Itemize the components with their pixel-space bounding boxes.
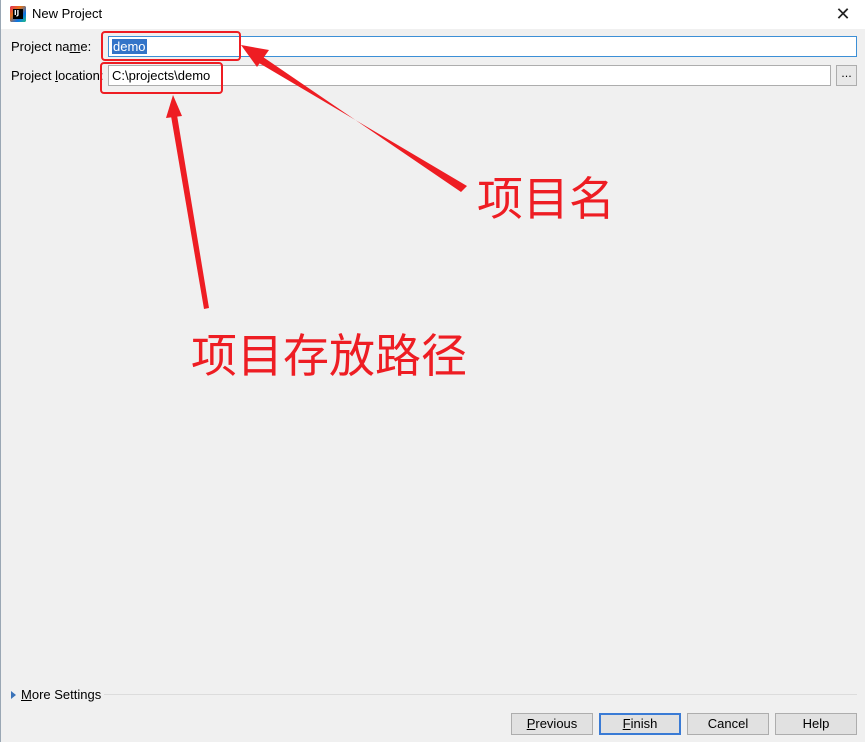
expand-triangle-icon: [11, 690, 16, 699]
project-location-label: Project location:: [11, 68, 104, 83]
window-title: New Project: [32, 6, 103, 21]
finish-button[interactable]: Finish: [599, 713, 681, 735]
cancel-button[interactable]: Cancel: [687, 713, 769, 735]
more-settings-separator: [104, 694, 857, 695]
project-location-highlight-box: [100, 62, 223, 94]
previous-button[interactable]: Previous: [511, 713, 593, 735]
more-settings-toggle[interactable]: More Settings: [11, 687, 101, 702]
app-icon-text: IJ: [14, 9, 20, 17]
close-icon[interactable]: ✕: [820, 0, 865, 29]
project-name-annotation: 项目名: [477, 172, 615, 226]
intellij-app-icon: IJ: [10, 6, 26, 22]
location-arrowhead: [166, 95, 182, 118]
project-name-label: Project name:: [11, 39, 92, 54]
help-button[interactable]: Help: [775, 713, 857, 735]
location-annotation-arrow: [171, 115, 209, 309]
more-settings-label: More Settings: [21, 687, 102, 702]
project-location-annotation: 项目存放路径: [191, 329, 467, 383]
title-bar: IJ New Project ✕: [1, 0, 865, 29]
new-project-dialog: IJ New Project ✕ Project name: demo Proj…: [0, 0, 865, 742]
browse-button[interactable]: ...: [836, 65, 857, 86]
project-name-highlight-box: [101, 31, 241, 61]
